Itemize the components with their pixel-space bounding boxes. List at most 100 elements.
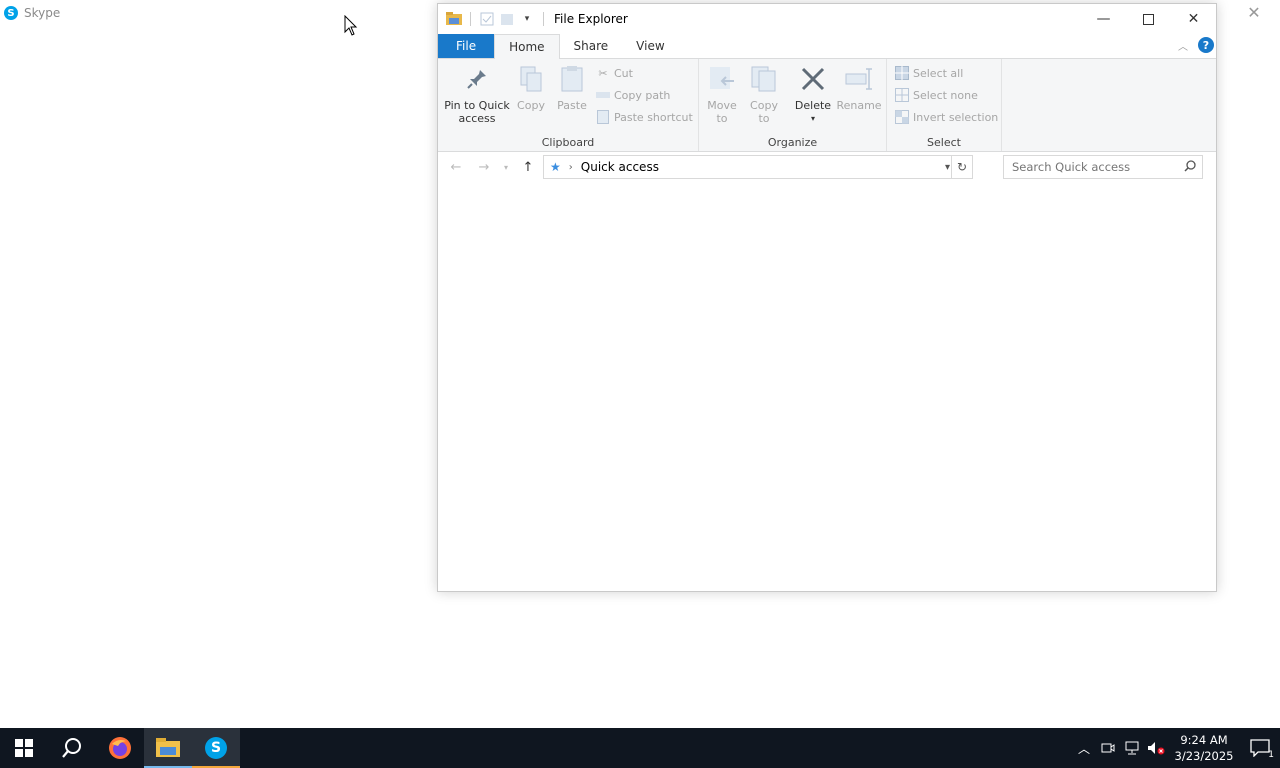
qat-divider [543,12,544,26]
taskbar: S ︿ 9:24 AM 3/23/2025 1 [0,728,1280,768]
delete-button[interactable]: Delete ▾ [793,63,833,125]
address-dropdown-icon[interactable]: ▾ [945,162,950,173]
skype-logo-icon: S [4,6,18,20]
tab-home[interactable]: Home [494,34,560,59]
delete-x-icon [797,63,829,95]
copy-to-button[interactable]: Copy to [747,63,781,125]
mouse-cursor-icon [344,15,358,36]
move-to-icon [706,63,738,95]
tab-file[interactable]: File [438,34,495,58]
file-explorer-taskbar-button[interactable] [144,728,192,768]
select-all-label: Select all [913,66,964,80]
ribbon-home: Pin to Quick access Copy Paste ✂ Cut Cop… [438,59,1216,152]
select-group: Select all Select none Invert selection … [887,59,1002,151]
notification-count-badge: 1 [1268,750,1274,760]
paste-button[interactable]: Paste [555,63,589,112]
pin-icon [461,63,493,95]
notification-icon [1250,739,1270,757]
paste-shortcut-icon [596,110,610,124]
search-input[interactable] [1010,159,1184,175]
recent-locations-chevron-icon[interactable]: ▾ [498,155,514,179]
new-folder-icon[interactable] [499,11,515,27]
cut-button[interactable]: ✂ Cut [596,64,633,82]
copy-path-label: Copy path [614,88,671,102]
copy-path-button[interactable]: Copy path [596,86,670,104]
network-icon[interactable] [1120,728,1144,768]
copy-to-icon [748,63,780,95]
taskbar-clock[interactable]: 9:24 AM 3/23/2025 [1168,732,1240,764]
select-none-label: Select none [913,88,978,102]
paste-label: Paste [557,99,587,112]
select-all-button[interactable]: Select all [895,64,963,82]
tab-share[interactable]: Share [560,34,623,58]
pin-label-line1: Pin to Quick [444,99,510,112]
rename-label: Rename [836,99,882,112]
clipboard-group: Pin to Quick access Copy Paste ✂ Cut Cop… [438,59,699,151]
system-tray: ︿ 9:24 AM 3/23/2025 1 [1072,728,1280,768]
action-center-button[interactable]: 1 [1240,728,1280,768]
copy-path-icon [596,88,610,102]
start-button[interactable] [0,728,48,768]
select-none-button[interactable]: Select none [895,86,978,104]
clipboard-group-label: Clipboard [541,136,595,149]
volume-muted-icon[interactable] [1144,728,1168,768]
file-list-pane[interactable] [438,182,1216,591]
select-all-icon [895,66,909,80]
move-to-label-line2: to [716,112,728,125]
minimize-ribbon-chevron-icon[interactable]: ︿ [1176,38,1190,53]
copy-to-label-line2: to [758,112,770,125]
delete-dropdown-icon[interactable]: ▾ [811,112,815,125]
copy-to-label-line1: Copy [750,99,778,112]
windows-logo-icon [15,739,33,757]
rename-button[interactable]: Rename [836,63,882,112]
organize-group: Move to Copy to Delete ▾ Rename Organize [699,59,887,151]
close-button[interactable]: ✕ [1171,4,1216,34]
maximize-button[interactable] [1126,4,1171,34]
properties-icon[interactable] [479,11,495,27]
copy-button[interactable]: Copy [514,63,548,112]
minimize-button[interactable]: — [1081,4,1126,34]
firefox-icon [109,737,131,759]
search-icon[interactable] [1184,159,1196,175]
navigation-bar: ← → ▾ ↑ ★ › Quick access ▾ ↻ [438,152,1216,182]
help-icon[interactable]: ? [1198,37,1214,53]
skype-taskbar-button[interactable]: S [192,728,240,768]
rename-icon [843,63,875,95]
ribbon-tabs: File Home Share View ︿ ? [438,34,1216,59]
meet-now-icon[interactable] [1096,728,1120,768]
move-to-button[interactable]: Move to [705,63,739,125]
clock-date: 3/23/2025 [1174,749,1234,763]
skype-window-title: S Skype [4,4,60,22]
title-bar: ▾ File Explorer — ✕ [438,4,1216,34]
firefox-taskbar-button[interactable] [96,728,144,768]
window-controls: — ✕ [1081,4,1216,34]
folder-icon [156,738,180,757]
pin-label-line2: access [458,112,496,125]
tab-view[interactable]: View [622,34,678,58]
search-box[interactable] [1003,155,1203,179]
search-icon [62,738,81,758]
show-hidden-icons-chevron-icon[interactable]: ︿ [1072,728,1096,768]
qat-divider [470,12,471,26]
customize-qat-chevron-icon[interactable]: ▾ [519,11,535,27]
search-taskbar-button[interactable] [48,728,96,768]
delete-label: Delete [794,99,832,112]
up-arrow-icon[interactable]: ↑ [514,155,542,179]
pin-to-quick-access-button[interactable]: Pin to Quick access [444,63,510,125]
paste-shortcut-button[interactable]: Paste shortcut [596,108,693,126]
skype-close-button[interactable]: ✕ [1244,2,1264,22]
folder-icon[interactable] [446,11,462,27]
refresh-icon[interactable]: ↻ [951,156,972,178]
back-arrow-icon[interactable]: ← [442,155,470,179]
clock-time: 9:24 AM [1180,733,1228,747]
skype-title-text: Skype [24,6,61,20]
address-bar[interactable]: ★ › Quick access ▾ ↻ [543,155,973,179]
paste-icon [556,63,588,95]
select-none-icon [895,88,909,102]
invert-selection-button[interactable]: Invert selection [895,108,998,126]
move-to-label-line1: Move [707,99,737,112]
breadcrumb-quick-access[interactable]: Quick access [581,160,659,174]
breadcrumb-chevron-icon[interactable]: › [569,162,573,173]
forward-arrow-icon[interactable]: → [470,155,498,179]
organize-group-label: Organize [767,136,818,149]
